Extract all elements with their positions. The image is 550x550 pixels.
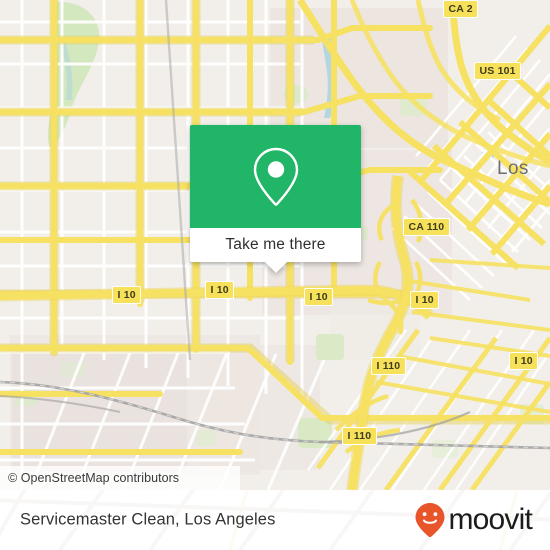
- map-place-card-screen: CA 2 US 101 Los CA 110 I 10 I 10 I 10 I …: [0, 0, 550, 550]
- take-me-there-button[interactable]: Take me there: [190, 228, 361, 262]
- highway-shield-i10-d[interactable]: I 10: [410, 291, 440, 309]
- highway-shield-ca110[interactable]: CA 110: [403, 218, 450, 236]
- popup-pointer-tail: [264, 262, 287, 273]
- map-attribution-text: © OpenStreetMap contributors: [8, 471, 180, 485]
- map-canvas[interactable]: CA 2 US 101 Los CA 110 I 10 I 10 I 10 I …: [0, 0, 550, 490]
- city-label-los-angeles: Los: [497, 158, 529, 179]
- moovit-smiley-pin-icon: [415, 503, 445, 538]
- highway-shield-i10-b[interactable]: I 10: [205, 281, 235, 299]
- highway-shield-i10-e[interactable]: I 10: [509, 352, 539, 370]
- highway-shield-i10-c[interactable]: I 10: [304, 288, 334, 306]
- place-popup-card[interactable]: Take me there: [190, 125, 361, 273]
- highway-shield-ca2[interactable]: CA 2: [443, 0, 479, 18]
- page-footer: Servicemaster Clean, Los Angeles moovit: [0, 490, 550, 550]
- highway-shield-i110-b[interactable]: I 110: [342, 427, 377, 445]
- highway-shield-us101[interactable]: US 101: [474, 62, 522, 80]
- location-pin-icon: [253, 147, 298, 206]
- highway-shield-i10-a[interactable]: I 10: [112, 286, 142, 304]
- moovit-wordmark: moovit: [448, 503, 532, 536]
- highway-shield-i110-a[interactable]: I 110: [371, 357, 406, 375]
- map-attribution[interactable]: © OpenStreetMap contributors: [0, 466, 240, 490]
- popup-body: [190, 125, 361, 228]
- take-me-there-label: Take me there: [225, 236, 326, 253]
- moovit-logo[interactable]: moovit: [414, 502, 533, 538]
- place-title: Servicemaster Clean, Los Angeles: [20, 510, 276, 529]
